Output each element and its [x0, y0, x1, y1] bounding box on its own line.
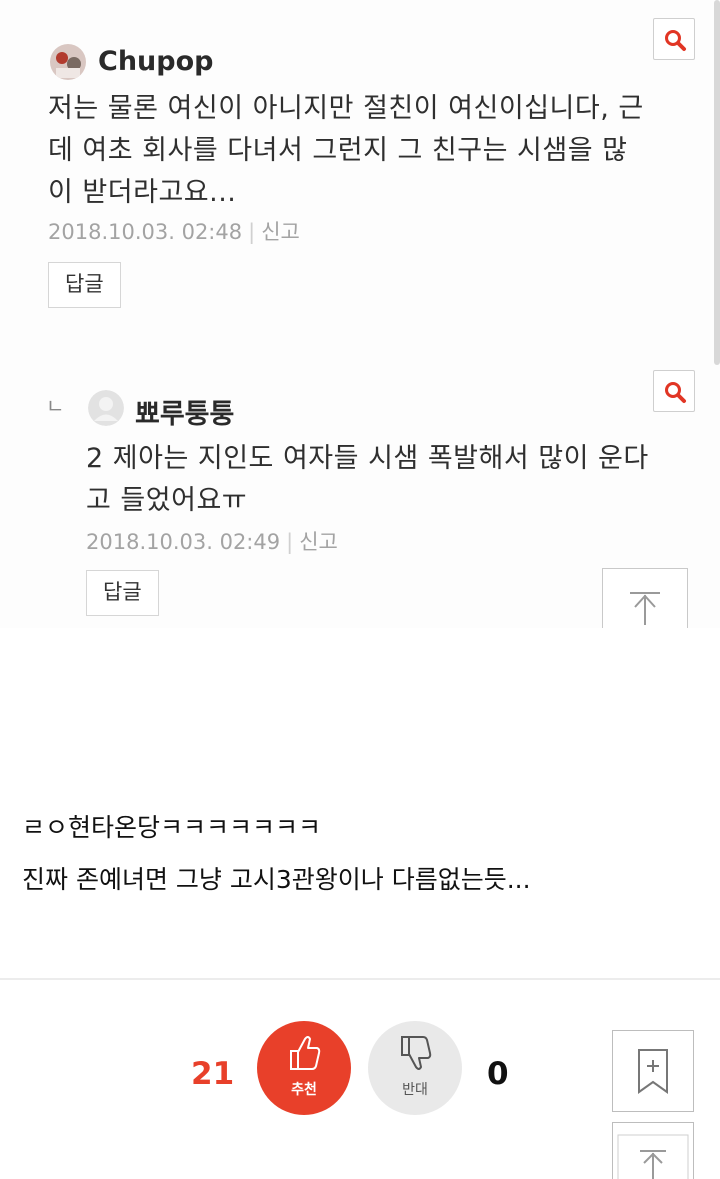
divider — [0, 978, 720, 980]
report-link[interactable]: 신고 — [299, 530, 338, 554]
report-link[interactable]: 신고 — [261, 220, 300, 244]
downvote-count: 0 — [487, 1056, 509, 1092]
comment-screenshot: Chupop 저는 물론 여신이 아니지만 절친이 여신이십니다, 근 데 여초… — [0, 0, 720, 628]
comment-meta: 2018.10.03. 02:48 | 신고 — [48, 220, 300, 244]
comment-meta: 2018.10.03. 02:49 | 신고 — [86, 530, 338, 554]
arrow-up-icon — [630, 592, 660, 625]
bookmark-add-icon — [638, 1049, 668, 1094]
upvote-count: 21 — [191, 1056, 235, 1092]
search-button[interactable] — [653, 370, 695, 412]
reply-button[interactable]: 답글 — [86, 570, 159, 616]
avatar — [88, 390, 124, 426]
comment-username[interactable]: Chupop — [98, 46, 213, 77]
bookmark-button[interactable] — [612, 1030, 694, 1112]
downvote-button[interactable]: 반대 — [368, 1021, 462, 1115]
search-button[interactable] — [653, 18, 695, 60]
avatar — [50, 44, 86, 80]
scroll-top-button[interactable] — [602, 568, 688, 628]
post-line: ㄹㅇ현타온당ㅋㅋㅋㅋㅋㅋㅋ — [22, 813, 322, 842]
search-icon — [665, 30, 686, 51]
upvote-button[interactable]: 추천 — [257, 1021, 351, 1115]
upvote-label: 추천 — [291, 1082, 317, 1098]
comment-text: 2 제아는 지인도 여자들 시샘 폭발해서 많이 운다 고 들었어요ㅠ — [86, 443, 649, 516]
comment-username[interactable]: 뾰루퉁퉁 — [135, 392, 234, 431]
reply-marker: ㄴ — [46, 394, 65, 418]
scroll-top-button[interactable] — [612, 1122, 694, 1179]
downvote-label: 반대 — [402, 1082, 428, 1098]
scrollbar[interactable] — [714, 0, 720, 365]
post-line: 진짜 존예녀면 그냥 고시3관왕이나 다름없는듯... — [22, 865, 531, 894]
comment-date: 2018.10.03. 02:49 — [86, 530, 281, 554]
thumbs-up-icon — [290, 1036, 321, 1070]
comment-date: 2018.10.03. 02:48 — [48, 220, 243, 244]
search-icon — [665, 382, 686, 403]
thumbs-down-icon — [401, 1036, 432, 1070]
reply-button[interactable]: 답글 — [48, 262, 121, 308]
comment-text: 저는 물론 여신이 아니지만 절친이 여신이십니다, 근 데 여초 회사를 다녀… — [48, 93, 644, 208]
arrow-up-icon — [617, 1134, 689, 1179]
